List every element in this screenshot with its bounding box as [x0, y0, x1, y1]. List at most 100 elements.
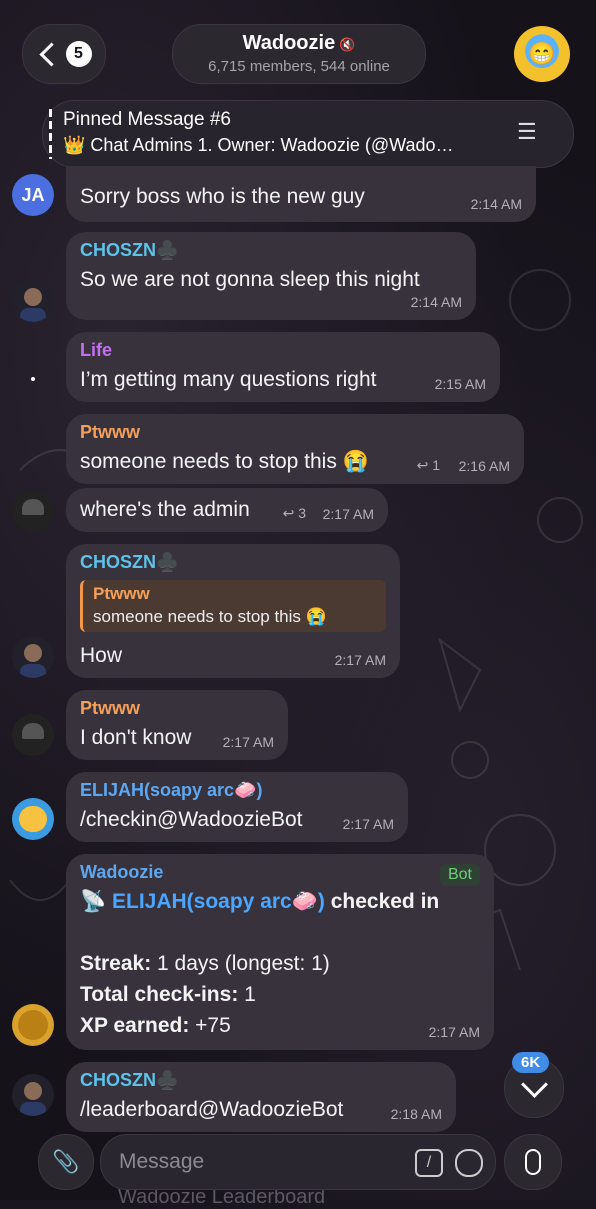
- message-text: Sorry boss who is the new guy: [80, 185, 365, 208]
- reply-count[interactable]: ↩ 3: [283, 505, 306, 522]
- back-button[interactable]: 5: [22, 24, 106, 84]
- message-text: I’m getting many questions right: [80, 368, 377, 391]
- avatar[interactable]: JA: [12, 174, 54, 216]
- bot-command-link[interactable]: /checkin@WadoozieBot: [80, 808, 302, 832]
- reply-arrow-icon: ↩: [282, 505, 295, 521]
- microphone-icon: [525, 1149, 541, 1175]
- message-bubble[interactable]: Wadoozie Bot 📡 ELIJAH(soapy arc🧼) checke…: [66, 854, 494, 1050]
- bot-command-link[interactable]: /leaderboard@WadoozieBot: [80, 1098, 343, 1122]
- streak-value: 1 days (longest: 1): [151, 952, 330, 975]
- group-avatar[interactable]: 😁: [514, 26, 570, 82]
- chat-name-row: Wadoozie 🔇: [173, 32, 425, 55]
- pinned-title: Pinned Message #6: [63, 109, 231, 130]
- avatar-head: [24, 1082, 42, 1100]
- avatar-head: [24, 644, 42, 662]
- avatar-body: [20, 664, 46, 678]
- message-sender[interactable]: CHOSZN♣️: [80, 1070, 178, 1091]
- avatar[interactable]: [12, 490, 54, 532]
- message-bubble[interactable]: Ptwww I don't know 2:17 AM: [66, 690, 288, 760]
- quote-text: someone needs to stop this 😭: [93, 607, 327, 626]
- message-bubble[interactable]: Sorry boss who is the new guy 2:14 AM: [66, 166, 536, 222]
- reply-quote[interactable]: Ptwww someone needs to stop this 😭: [80, 580, 386, 632]
- message-text: someone needs to stop this 😭: [80, 450, 369, 473]
- message-bubble[interactable]: Life I’m getting many questions right 2:…: [66, 332, 500, 402]
- pinned-message-bar[interactable]: Pinned Message #6 👑 Chat Admins 1. Owner…: [42, 100, 574, 168]
- streak-line: Streak: 1 days (longest: 1): [80, 952, 330, 976]
- message-bubble[interactable]: CHOSZN♣️ /leaderboard@WadoozieBot 2:18 A…: [66, 1062, 456, 1132]
- message-time: 2:15 AM: [434, 376, 486, 392]
- mascot-face-icon: 😁: [528, 41, 556, 66]
- avatar-hat: [22, 723, 44, 739]
- avatar-face: [19, 806, 47, 832]
- message-time: 2:17 AM: [222, 734, 274, 750]
- message-time: 2:17 AM: [342, 816, 394, 832]
- paperclip-icon: 📎: [52, 1149, 80, 1174]
- message-bubble[interactable]: Ptwww someone needs to stop this 😭 ↩ 1 2…: [66, 414, 524, 484]
- message-input[interactable]: Message /: [100, 1134, 496, 1190]
- satellite-icon: 📡: [80, 890, 107, 913]
- message-text: So we are not gonna sleep this night: [80, 268, 420, 291]
- attach-button[interactable]: 📎: [38, 1134, 94, 1190]
- bot-badge: Bot: [439, 864, 480, 886]
- chevron-down-icon: [520, 1070, 548, 1098]
- message-time: 2:14 AM: [470, 196, 522, 212]
- message-bubble[interactable]: CHOSZN♣️ Ptwww someone needs to stop thi…: [66, 544, 400, 678]
- reply-count[interactable]: ↩ 1: [417, 457, 440, 474]
- message-sender[interactable]: CHOSZN♣️: [80, 552, 178, 573]
- message-sender[interactable]: Ptwww: [80, 698, 140, 719]
- avatar-head: [24, 288, 42, 306]
- message-bubble[interactable]: CHOSZN♣️ So we are not gonna sleep this …: [66, 232, 476, 320]
- voice-message-button[interactable]: [504, 1134, 562, 1190]
- total-label: Total check-ins:: [80, 983, 239, 1006]
- total-value: 1: [238, 983, 256, 1006]
- xp-line: XP earned: +75: [80, 1014, 231, 1038]
- pinned-text: 👑 Chat Admins 1. Owner: Wadoozie (@Wado…: [63, 135, 454, 155]
- avatar[interactable]: [12, 1074, 54, 1116]
- xp-value: +75: [189, 1014, 231, 1037]
- xp-label: XP earned:: [80, 1014, 190, 1037]
- unread-chats-count: 5: [65, 41, 92, 67]
- streak-label: Streak:: [80, 952, 152, 975]
- quote-sender: Ptwww: [93, 584, 150, 603]
- reply-count-value: 1: [432, 457, 440, 473]
- avatar[interactable]: [12, 636, 54, 678]
- bot-commands-icon[interactable]: /: [415, 1149, 443, 1177]
- message-placeholder: Message: [119, 1150, 205, 1173]
- user-mention[interactable]: ELIJAH(soapy arc🧼): [112, 890, 325, 913]
- pinned-indicator: [49, 109, 52, 159]
- message-sender[interactable]: Wadoozie: [80, 862, 163, 883]
- reply-count-value: 3: [298, 505, 306, 521]
- message-bubble[interactable]: ELIJAH(soapy arc🧼) /checkin@WadoozieBot …: [66, 772, 408, 842]
- message-sender[interactable]: Ptwww: [80, 422, 140, 443]
- message-sender[interactable]: CHOSZN♣️: [80, 240, 178, 261]
- pinned-list-icon[interactable]: ☰: [517, 119, 537, 145]
- chat-title-pill[interactable]: Wadoozie 🔇 6,715 members, 544 online: [172, 24, 426, 84]
- avatar-hat: [22, 499, 44, 515]
- message-time: 2:17 AM: [334, 652, 386, 668]
- message-sender[interactable]: ELIJAH(soapy arc🧼): [80, 780, 262, 801]
- message-time: 2:14 AM: [410, 294, 462, 310]
- message-text: How: [80, 644, 123, 667]
- avatar[interactable]: [12, 1004, 54, 1046]
- message-text: where's the admin: [80, 498, 250, 521]
- avatar[interactable]: [12, 798, 54, 840]
- avatar-face: [18, 1010, 48, 1040]
- total-checkins-line: Total check-ins: 1: [80, 983, 256, 1007]
- checkin-status: checked in: [324, 890, 440, 913]
- avatar[interactable]: [12, 280, 54, 322]
- avatar[interactable]: [12, 358, 54, 400]
- unread-messages-badge: 6K: [512, 1052, 550, 1073]
- mute-icon: 🔇: [339, 37, 356, 52]
- chat-subtitle: 6,715 members, 544 online: [208, 58, 390, 75]
- message-text: I don't know: [80, 726, 192, 749]
- avatar-initials: JA: [21, 184, 45, 205]
- message-time: 2:17 AM: [428, 1024, 480, 1040]
- avatar-body: [20, 1102, 46, 1116]
- chat-title: Wadoozie: [242, 32, 336, 54]
- reply-arrow-icon: ↩: [416, 457, 429, 473]
- message-sender[interactable]: Life: [80, 340, 112, 361]
- avatar-body: [20, 308, 46, 322]
- sticker-icon[interactable]: [455, 1149, 483, 1177]
- avatar[interactable]: [12, 714, 54, 756]
- message-bubble[interactable]: where's the admin ↩ 3 2:17 AM: [66, 488, 388, 532]
